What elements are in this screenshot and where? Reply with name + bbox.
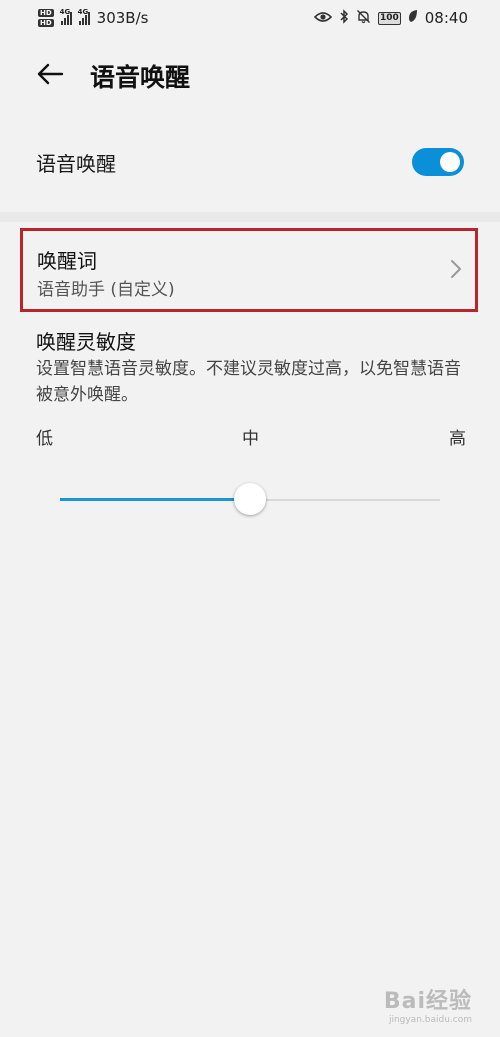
network-type-1: 4G bbox=[59, 8, 71, 16]
level-mid-label: 中 bbox=[242, 429, 259, 449]
eye-icon bbox=[313, 9, 333, 27]
voice-wake-label: 语音唤醒 bbox=[36, 151, 116, 176]
clock-time: 08:40 bbox=[424, 9, 468, 27]
watermark: Bai经验 jingyan.baidu.com bbox=[384, 983, 472, 1025]
wake-word-value: 语音助手 (自定义) bbox=[37, 280, 175, 300]
voice-wake-toggle[interactable] bbox=[412, 148, 464, 176]
status-bar: HD HD 4G 4G 303B/s 100 08:40 bbox=[0, 0, 500, 36]
hd-indicators: HD HD bbox=[38, 9, 54, 27]
wake-word-row[interactable]: 唤醒词 语音助手 (自定义) bbox=[20, 228, 478, 312]
bluetooth-icon bbox=[339, 8, 349, 28]
sensitivity-slider[interactable] bbox=[60, 482, 440, 518]
page-title: 语音唤醒 bbox=[90, 63, 191, 92]
sensitivity-title: 唤醒灵敏度 bbox=[36, 330, 136, 354]
network-speed: 303B/s bbox=[96, 9, 149, 27]
battery-icon: 100 bbox=[377, 11, 401, 25]
watermark-main: Bai经验 bbox=[383, 989, 472, 1014]
voice-wake-row[interactable]: 语音唤醒 bbox=[0, 135, 500, 189]
watermark-url: jingyan.baidu.com bbox=[388, 1015, 472, 1025]
section-divider bbox=[0, 212, 500, 222]
network-type-2: 4G bbox=[77, 8, 89, 16]
slider-thumb[interactable] bbox=[234, 483, 266, 515]
hd-badge-1: HD bbox=[38, 9, 54, 17]
bell-muted-icon bbox=[356, 9, 371, 28]
sensitivity-level-labels: 低 中 高 bbox=[36, 424, 466, 450]
back-button[interactable] bbox=[32, 58, 68, 94]
arrow-left-icon bbox=[36, 63, 64, 89]
signal-icon-1: 4G bbox=[59, 8, 72, 25]
signal-icon-2: 4G bbox=[77, 8, 90, 25]
sensitivity-description: 设置智慧语音灵敏度。不建议灵敏度过高，以免智慧语音被意外唤醒。 bbox=[36, 359, 461, 405]
level-low-label: 低 bbox=[36, 429, 53, 449]
hd-badge-2: HD bbox=[38, 19, 54, 27]
status-right: 100 08:40 bbox=[313, 8, 468, 28]
level-high-label: 高 bbox=[449, 429, 466, 449]
toggle-knob bbox=[440, 152, 460, 172]
status-left: HD HD 4G 4G 303B/s bbox=[38, 8, 149, 27]
chevron-right-icon bbox=[449, 257, 463, 281]
slider-fill bbox=[60, 498, 250, 501]
leaf-icon bbox=[408, 9, 418, 27]
wake-word-title: 唤醒词 bbox=[37, 249, 97, 273]
app-header: 语音唤醒 bbox=[0, 56, 500, 96]
